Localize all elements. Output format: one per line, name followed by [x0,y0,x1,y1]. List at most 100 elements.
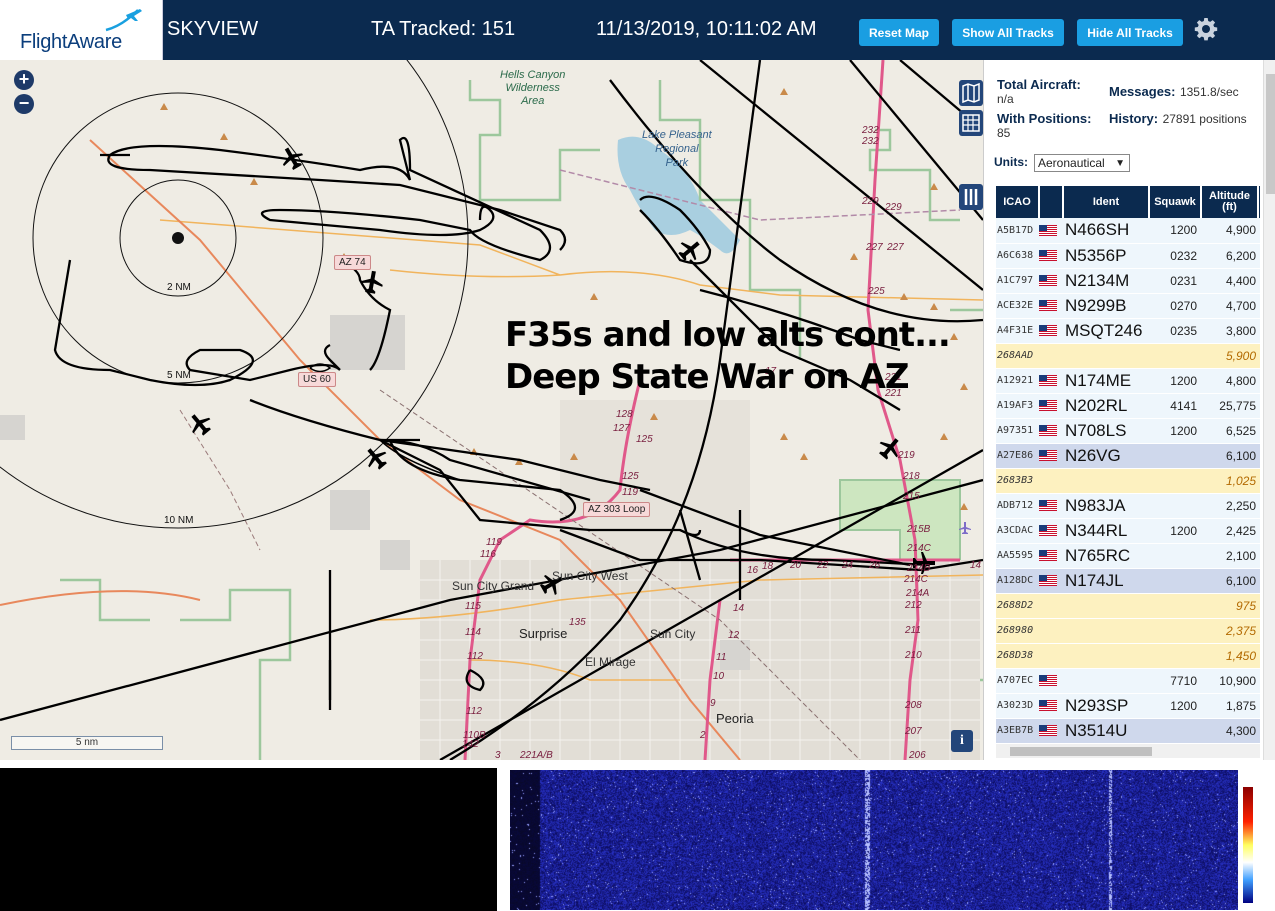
altitude-cell: 10,900 [1201,668,1258,694]
flag-cell [1039,643,1063,669]
ident-cell: N174JL [1063,568,1149,594]
flag-cell [1039,593,1063,619]
squawk-cell [1149,643,1201,669]
trend-cell [1258,318,1260,344]
aircraft-row[interactable]: A6C638 N5356P02326,200▼ [996,243,1260,269]
aircraft-row[interactable]: A3EB7B N3514U 4,300 [996,718,1260,744]
aircraft-table[interactable]: ICAO Ident Squawk Altitude (ft) A5B17D N4… [996,186,1260,746]
hide-all-tracks-button[interactable]: Hide All Tracks [1077,19,1183,46]
col-flag[interactable] [1039,186,1064,218]
road-number: 12 [728,630,740,641]
altitude-cell: 6,100 [1201,443,1258,469]
squawk-cell: 0232 [1149,243,1201,269]
aircraft-row[interactable]: 268980 2,375▲ [996,618,1260,644]
info-button[interactable]: i [951,730,973,752]
aircraft-row[interactable]: 2683B3 1,025▼ [996,468,1260,494]
squawk-cell: 0270 [1149,293,1201,319]
peoria-label: Peoria [716,711,754,726]
icao-cell: 268D38 [996,643,1039,669]
flag-cell [1039,468,1063,494]
aircraft-row[interactable]: A27E86 N26VG 6,100▼ [996,443,1260,469]
column-toggle-button[interactable] [959,184,983,210]
trend-cell: ▲ [1258,218,1260,244]
aircraft-row[interactable]: A19AF3 N202RL414125,775▲ [996,393,1260,419]
road-number: 16 [747,565,759,576]
road-number: 210 [905,650,922,661]
aircraft-row[interactable]: ACE32E N9299B02704,700▼ [996,293,1260,319]
zoom-in-button[interactable]: + [14,70,34,90]
aircraft-row[interactable]: A3CDAC N344RL 1200 2,425 [996,518,1260,544]
us-flag-icon [1039,675,1057,687]
map-grid-button[interactable] [959,110,983,136]
history-stat: History: 27891 positions [1109,111,1247,126]
trend-cell: ▲ [1258,393,1260,419]
squawk-cell: 1200 [1149,218,1201,244]
flightaware-logo[interactable]: FlightAware [0,0,163,60]
aircraft-sidebar: Total Aircraft: n/a Messages: 1351.8/sec… [983,60,1275,760]
lake-pleasant-label: Lake Pleasant Regional Park [642,129,712,169]
trend-cell [1258,343,1260,369]
col-altitude[interactable]: Altitude (ft) [1201,186,1259,218]
gear-icon[interactable] [1194,17,1218,41]
map-canvas[interactable] [0,60,983,760]
tracked-count: TA Tracked: 151 [371,18,516,40]
units-label: Units: [994,155,1028,169]
aircraft-row[interactable]: A707EC 771010,900▼ [996,668,1260,694]
altitude-cell: 2,375 [1201,618,1258,644]
us-flag-icon [1039,500,1057,512]
road-number: 225 [868,286,885,297]
aircraft-row[interactable]: 268D38 1,450▼ [996,643,1260,669]
icao-cell: A3EB7B [996,718,1039,744]
flag-cell [1039,343,1063,369]
trend-cell: ▼ [1258,668,1260,694]
table-horizontal-scrollbar[interactable] [996,744,1260,758]
columns-icon [964,189,978,205]
hells-canyon-label: Hells Canyon Wilderness Area [500,69,566,107]
scrollbar-thumb[interactable] [1010,747,1152,756]
us-flag-icon [1039,525,1057,537]
sidebar-scrollbar[interactable] [1263,60,1275,760]
aircraft-row[interactable]: A12921 N174ME12004,800▲ [996,368,1260,394]
road-number: 215B [907,524,931,535]
show-all-tracks-button[interactable]: Show All Tracks [952,19,1064,46]
aircraft-row[interactable]: A128DC N174JL 6,100▲ [996,568,1260,594]
scrollbar-thumb[interactable] [1266,74,1275,194]
flag-cell [1039,718,1063,744]
road-number: 135 [569,617,586,628]
ident-cell: N3514U [1063,718,1149,744]
flag-cell [1039,493,1063,519]
road-number: 227 [866,242,883,253]
road-number: 232 [862,136,879,147]
units-select[interactable]: Aeronautical ▼ [1034,154,1130,172]
col-squawk[interactable]: Squawk [1149,186,1202,218]
aircraft-row[interactable]: 268AAD 5,900 [996,343,1260,369]
col-ident[interactable]: Ident [1063,186,1150,218]
icao-cell: ACE32E [996,293,1039,319]
aircraft-row[interactable]: AA5595 N765RC 2,100 [996,543,1260,569]
col-icao[interactable]: ICAO [996,186,1040,218]
altitude-cell: 4,800 [1201,368,1258,394]
aircraft-row[interactable]: ADB712 N983JA 2,250▼ [996,493,1260,519]
us-flag-icon [1039,550,1057,562]
col-extra[interactable] [1258,186,1260,218]
squawk-cell [1149,468,1201,494]
app-title: SKYVIEW [167,18,259,40]
aircraft-row[interactable]: 2688D2 975▼ [996,593,1260,619]
aircraft-row[interactable]: A1C797 N2134M02314,400▲ [996,268,1260,294]
zoom-out-button[interactable]: − [14,94,34,114]
aircraft-row[interactable]: A5B17D N466SH12004,900▲ [996,218,1260,244]
flag-cell [1039,318,1063,344]
us-flag-icon [1039,325,1057,337]
aircraft-row[interactable]: A3023D N293SP12001,875▼ [996,693,1260,719]
squawk-cell: 1200 [1149,693,1201,719]
map-view[interactable]: Hells Canyon Wilderness Area Lake Pleasant… [0,60,983,760]
aircraft-row[interactable]: A97351 N708LS12006,525▼ [996,418,1260,444]
trend-cell: ▼ [1258,593,1260,619]
top-header: FlightAware SKYVIEW TA Tracked: 151 11/1… [0,0,1275,60]
road-number: 18 [762,561,774,572]
aircraft-row[interactable]: A4F31E MSQT246 0235 3,800 [996,318,1260,344]
reset-map-button[interactable]: Reset Map [859,19,939,46]
map-layers-button[interactable] [959,80,983,106]
us-flag-icon [1039,575,1057,587]
highway-shield: AZ 74 [334,255,371,270]
